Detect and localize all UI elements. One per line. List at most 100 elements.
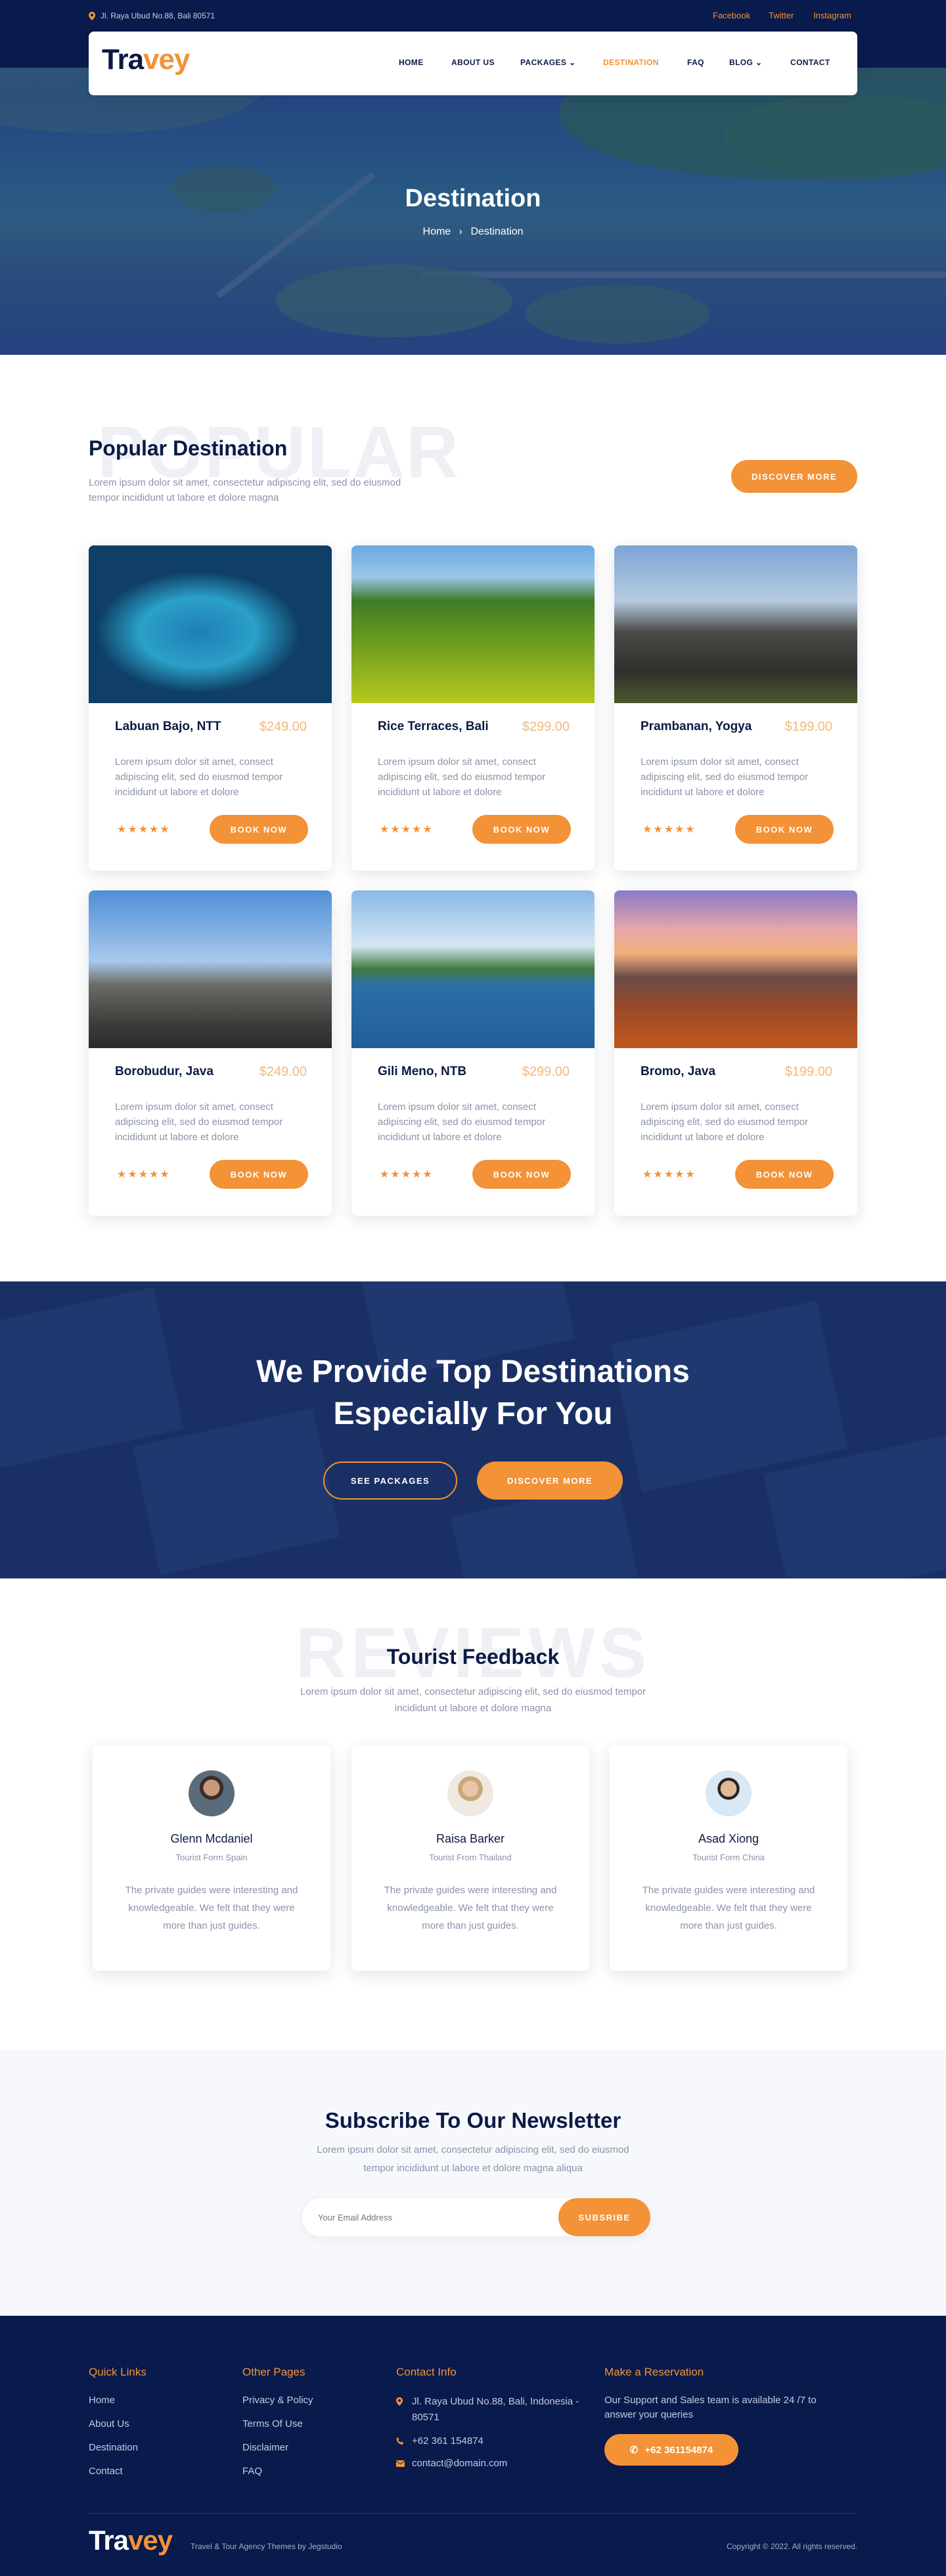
destination-name: Rice Terraces, Bali: [378, 720, 489, 733]
section-description: Lorem ipsum dolor sit amet, consectetur …: [89, 477, 401, 503]
address-text: Jl. Raya Ubud No.88, Bali 80571: [101, 11, 215, 20]
destination-image: [614, 545, 857, 703]
quick-links-title: Quick Links: [89, 2366, 146, 2378]
footer-link-disclaimer[interactable]: Disclaimer: [242, 2442, 288, 2453]
logo-part-a: Tra: [89, 2525, 129, 2556]
cta-title-line2: Especially For You: [333, 1396, 613, 1431]
destination-price: $249.00: [259, 1065, 307, 1079]
book-now-button[interactable]: BOOK NOW: [210, 1160, 308, 1189]
book-now-button[interactable]: BOOK NOW: [472, 815, 571, 844]
logo[interactable]: Travey: [102, 43, 190, 76]
destination-card[interactable]: Prambanan, Yogya $199.00 Lorem ipsum dol…: [614, 545, 857, 871]
destination-card[interactable]: Borobudur, Java $249.00 Lorem ipsum dolo…: [89, 890, 332, 1216]
destination-desc: Lorem ipsum dolor sit amet, consect adip…: [641, 756, 809, 798]
desc-line1: Lorem ipsum dolor sit amet, consectetur …: [317, 2144, 629, 2155]
footer-link-about[interactable]: About Us: [89, 2418, 129, 2429]
reservation-text: Our Support and Sales team is available …: [604, 2395, 817, 2420]
desc-line2: tempor incididunt ut labore et dolore ma…: [363, 2163, 583, 2174]
reviewer-origin: Tourist Form China: [692, 1852, 765, 1862]
breadcrumb-current: Destination: [470, 226, 524, 237]
book-now-button[interactable]: BOOK NOW: [735, 1160, 834, 1189]
avatar: [189, 1770, 235, 1816]
topbar-address: Jl. Raya Ubud No.88, Bali 80571: [89, 11, 215, 20]
destination-card[interactable]: Rice Terraces, Bali $299.00 Lorem ipsum …: [351, 545, 595, 871]
destination-name: Gili Meno, NTB: [378, 1065, 467, 1078]
rating-stars-icon: ★★★★★: [642, 824, 696, 835]
facebook-link[interactable]: Facebook: [713, 11, 750, 20]
footer-link-terms[interactable]: Terms Of Use: [242, 2418, 303, 2429]
rating-stars-icon: ★★★★★: [642, 1169, 696, 1180]
destination-image: [351, 890, 595, 1048]
other-pages-title: Other Pages: [242, 2366, 305, 2378]
nav-faq[interactable]: FAQ: [687, 58, 704, 67]
book-now-button[interactable]: BOOK NOW: [472, 1160, 571, 1189]
footer-link-contact[interactable]: Contact: [89, 2466, 123, 2477]
contact-info-title: Contact Info: [396, 2366, 457, 2378]
breadcrumb-home[interactable]: Home: [423, 226, 451, 237]
destination-card[interactable]: Bromo, Java $199.00 Lorem ipsum dolor si…: [614, 890, 857, 1216]
avatar: [447, 1770, 493, 1816]
newsletter-title: Subscribe To Our Newsletter: [325, 2108, 621, 2132]
discover-more-button[interactable]: DISCOVER MORE: [477, 1461, 623, 1500]
destination-price: $299.00: [522, 1065, 570, 1079]
location-pin-icon: [396, 2397, 403, 2406]
subscribe-button[interactable]: SUBSRIBE: [558, 2198, 650, 2236]
phone-icon: [396, 2437, 403, 2445]
nav-contact[interactable]: CONTACT: [790, 58, 830, 67]
footer-divider: [89, 2513, 857, 2514]
footer-link-home[interactable]: Home: [89, 2395, 115, 2406]
cta-section: We Provide Top Destinations Especially Fo…: [0, 1281, 946, 1578]
footer-link-faq[interactable]: FAQ: [242, 2466, 262, 2477]
nav-about[interactable]: ABOUT US: [451, 58, 495, 67]
destination-desc: Lorem ipsum dolor sit amet, consect adip…: [115, 756, 283, 798]
breadcrumb: Home › Destination: [0, 226, 946, 238]
location-pin-icon: [89, 11, 95, 20]
chevron-right-icon: ›: [459, 226, 462, 237]
rating-stars-icon: ★★★★★: [117, 1169, 171, 1180]
desc-line2: incididunt ut labore et dolore magna: [394, 1703, 552, 1714]
footer-logo[interactable]: Travey: [89, 2525, 173, 2556]
review-card: Raisa Barker Tourist From Thailand The p…: [351, 1745, 589, 1971]
copyright: Copyright © 2022. All rights reserved.: [727, 2542, 857, 2551]
footer-phone[interactable]: +62 361 154874: [412, 2435, 484, 2447]
reservation-phone: +62 361154874: [644, 2444, 713, 2456]
call-reservation-button[interactable]: ✆ +62 361154874: [604, 2434, 738, 2466]
review-text: The private guides were interesting and …: [642, 1885, 815, 1931]
reviewer-name: Asad Xiong: [698, 1832, 759, 1845]
destination-card[interactable]: Labuan Bajo, NTT $249.00 Lorem ipsum dol…: [89, 545, 332, 871]
logo-part-b: vey: [128, 2525, 173, 2556]
nav-blog[interactable]: BLOG ⌄: [729, 58, 762, 67]
navbar: Travey HOME ABOUT US PACKAGES ⌄ DESTINAT…: [89, 32, 857, 95]
nav-destination[interactable]: DESTINATION: [603, 58, 659, 67]
see-packages-button[interactable]: SEE PACKAGES: [323, 1461, 457, 1500]
destination-price: $199.00: [784, 720, 832, 734]
logo-part-a: Tra: [102, 43, 144, 76]
email-input[interactable]: [318, 2198, 515, 2236]
review-text: The private guides were interesting and …: [384, 1885, 557, 1931]
footer-link-privacy[interactable]: Privacy & Policy: [242, 2395, 313, 2406]
nav-blog-label: BLOG: [729, 58, 754, 67]
nav-home[interactable]: HOME: [399, 58, 424, 67]
twitter-link[interactable]: Twitter: [769, 11, 794, 20]
desc-line1: Lorem ipsum dolor sit amet, consectetur …: [300, 1686, 646, 1697]
nav-packages-label: PACKAGES: [520, 58, 567, 67]
destination-image: [614, 890, 857, 1048]
discover-more-button[interactable]: DISCOVER MORE: [731, 460, 857, 493]
destination-name: Prambanan, Yogya: [641, 720, 752, 733]
destination-card[interactable]: Gili Meno, NTB $299.00 Lorem ipsum dolor…: [351, 890, 595, 1216]
reservation-title: Make a Reservation: [604, 2366, 704, 2378]
hero-banner: Destination Home › Destination: [0, 68, 946, 355]
reviewer-name: Glenn Mcdaniel: [170, 1832, 253, 1845]
instagram-link[interactable]: Instagram: [813, 11, 851, 20]
reviewer-origin: Tourist Form Spain: [175, 1852, 248, 1862]
destination-desc: Lorem ipsum dolor sit amet, consect adip…: [378, 756, 546, 798]
destination-desc: Lorem ipsum dolor sit amet, consect adip…: [641, 1101, 809, 1143]
nav-packages[interactable]: PACKAGES ⌄: [520, 58, 576, 67]
newsletter-section: Subscribe To Our Newsletter Lorem ipsum …: [0, 2050, 946, 2316]
footer-link-destination[interactable]: Destination: [89, 2442, 138, 2453]
page-title: Destination: [405, 185, 541, 212]
book-now-button[interactable]: BOOK NOW: [210, 815, 308, 844]
footer-email[interactable]: contact@domain.com: [412, 2458, 507, 2469]
rating-stars-icon: ★★★★★: [117, 824, 171, 835]
book-now-button[interactable]: BOOK NOW: [735, 815, 834, 844]
